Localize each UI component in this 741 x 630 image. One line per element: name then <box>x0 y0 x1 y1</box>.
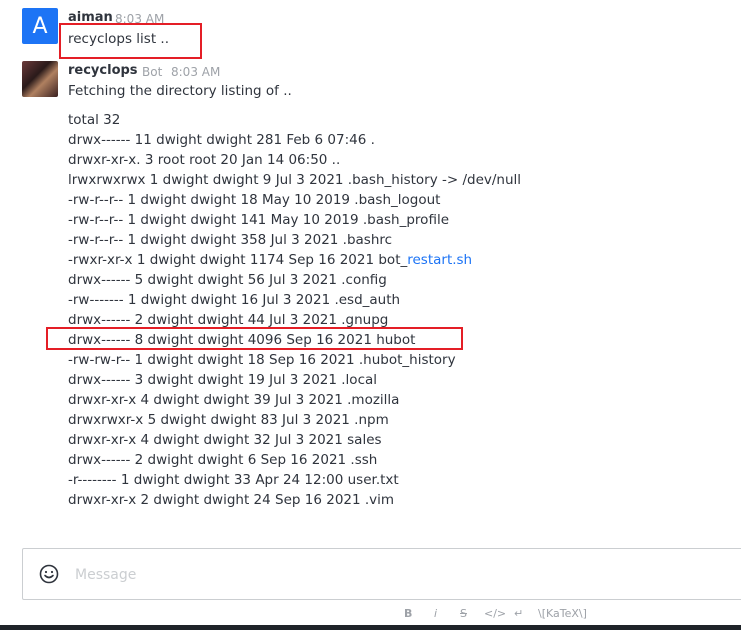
listing-line: drwxr-xr-x. 3 root root 20 Jan 14 06:50 … <box>68 152 341 168</box>
listing-line-with-link: -rwxr-xr-x 1 dwight dwight 1174 Sep 16 2… <box>68 250 521 270</box>
message-input[interactable] <box>73 563 677 587</box>
highlight-box-command <box>59 23 202 59</box>
restart-sh-link[interactable]: restart.sh <box>407 252 472 268</box>
italic-label: i <box>434 606 438 620</box>
katex-button[interactable]: \[KaTeX\] <box>538 604 587 622</box>
avatar[interactable] <box>22 61 58 97</box>
highlight-box-hubot <box>46 327 463 350</box>
bottom-bar <box>0 625 741 630</box>
listing-line: drwx------ 3 dwight dwight 19 Jul 3 2021… <box>68 372 378 388</box>
italic-button[interactable]: i <box>434 604 437 622</box>
listing-line: -rw-r--r-- 1 dwight dwight 358 Jul 3 202… <box>68 232 393 248</box>
message-time: 8:03 AM <box>171 65 221 79</box>
listing-line: drwx------ 5 dwight dwight 56 Jul 3 2021… <box>68 272 387 288</box>
emoji-icon[interactable] <box>39 564 59 584</box>
listing-line: drwxr-xr-x 4 dwight dwight 32 Jul 3 2021… <box>68 432 382 448</box>
avatar-letter: A <box>32 13 48 39</box>
listing-line-prefix: -rwxr-xr-x 1 dwight dwight 1174 Sep 16 2… <box>68 252 408 268</box>
listing-line: -rw------- 1 dwight dwight 16 Jul 3 2021… <box>68 292 401 308</box>
code-button[interactable]: </> <box>484 604 506 622</box>
message-composer <box>22 548 741 600</box>
bold-button[interactable]: B <box>404 604 412 622</box>
listing-line: -rw-r--r-- 1 dwight dwight 141 May 10 20… <box>68 212 449 228</box>
strike-button[interactable]: S <box>460 604 467 622</box>
directory-listing: total 32 drwx------ 11 dwight dwight 281… <box>68 110 521 510</box>
listing-line: drwx------ 2 dwight dwight 6 Sep 16 2021… <box>68 452 378 468</box>
katex-label: \[KaTeX\] <box>538 606 587 620</box>
bold-label: B <box>404 606 413 620</box>
listing-line: -r-------- 1 dwight dwight 33 Apr 24 12:… <box>68 472 399 488</box>
bot-badge: Bot <box>142 65 163 79</box>
listing-line: -rw-r--r-- 1 dwight dwight 18 May 10 201… <box>68 192 441 208</box>
multiline-button[interactable]: ↵ <box>514 604 523 622</box>
username[interactable]: recyclops <box>68 63 138 78</box>
listing-line: drwx------ 11 dwight dwight 281 Feb 6 07… <box>68 132 375 148</box>
listing-line: drwxr-xr-x 2 dwight dwight 24 Sep 16 202… <box>68 492 395 508</box>
listing-line: -rw-rw-r-- 1 dwight dwight 18 Sep 16 202… <box>68 352 456 368</box>
listing-line: drwxr-xr-x 4 dwight dwight 39 Jul 3 2021… <box>68 392 400 408</box>
code-label: </> <box>484 606 507 620</box>
avatar[interactable]: A <box>22 8 58 44</box>
multiline-icon: ↵ <box>514 606 524 620</box>
listing-line: lrwxrwxrwx 1 dwight dwight 9 Jul 3 2021 … <box>68 172 522 188</box>
listing-line: total 32 <box>68 112 121 128</box>
strike-label: S <box>460 606 467 620</box>
message-text: Fetching the directory listing of .. <box>68 83 292 99</box>
listing-line: drwxrwxr-x 5 dwight dwight 83 Jul 3 2021… <box>68 412 389 428</box>
